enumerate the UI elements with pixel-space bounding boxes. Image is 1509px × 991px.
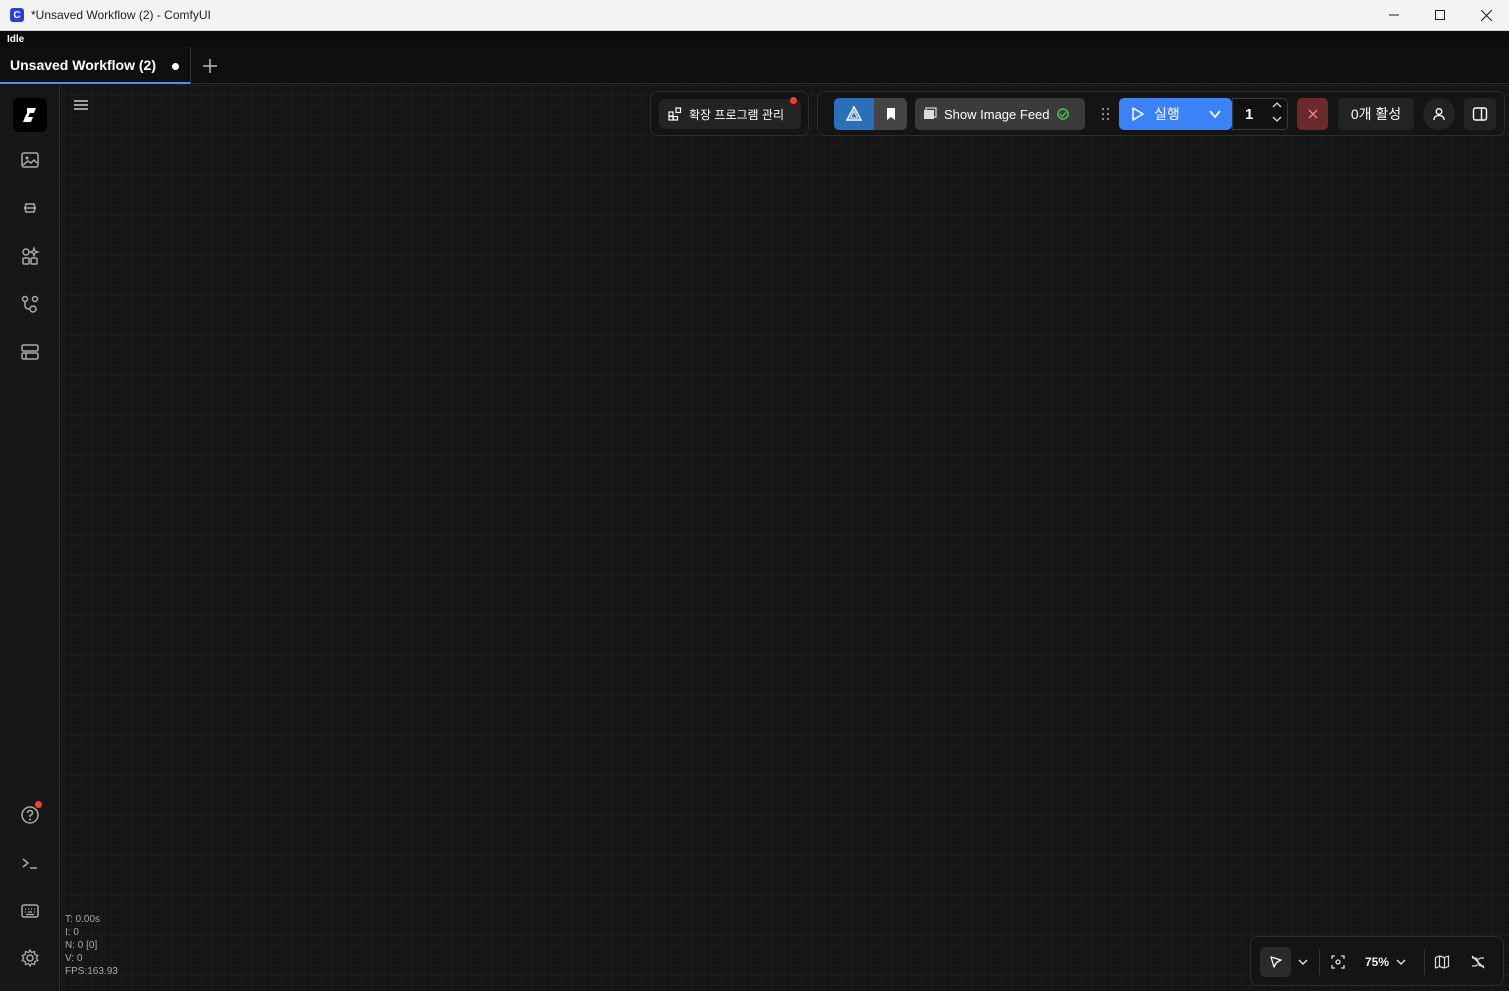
terminal-icon xyxy=(22,858,37,869)
close-icon xyxy=(1308,109,1317,119)
show-image-feed-label: Show Image Feed xyxy=(944,106,1050,122)
action-toolbar: Show Image Feed 실행 1 0개 활성 xyxy=(817,91,1505,136)
window-title: *Unsaved Workflow (2) - ComfyUI xyxy=(31,8,211,22)
sidebar-item-models[interactable] xyxy=(13,191,47,225)
tool-options-dropdown[interactable] xyxy=(1293,947,1313,977)
new-tab-button[interactable] xyxy=(191,47,229,84)
toolbar-divider xyxy=(1424,949,1425,975)
select-tool-button[interactable] xyxy=(1260,947,1291,977)
comfyui-app-icon: C xyxy=(10,8,24,22)
run-button[interactable]: 실행 xyxy=(1119,98,1197,130)
extensions-toolbar: 확장 프로그램 관리 xyxy=(650,91,809,136)
toolbar-divider xyxy=(1319,949,1320,975)
batch-count-stepper[interactable]: 1 xyxy=(1232,98,1288,130)
close-icon xyxy=(1480,9,1492,21)
chevron-down-icon xyxy=(1396,959,1406,966)
bookmark-icon xyxy=(886,108,895,120)
minimize-button[interactable] xyxy=(1371,0,1417,31)
user-account-button[interactable] xyxy=(1423,98,1455,130)
grip-icon xyxy=(1101,107,1110,121)
graph-canvas[interactable] xyxy=(61,85,1509,991)
gear-icon xyxy=(21,948,39,968)
fit-view-button[interactable] xyxy=(1325,947,1351,977)
extensions-notification-dot xyxy=(790,97,797,104)
image-icon xyxy=(21,152,39,168)
keyboard-shortcuts-button[interactable] xyxy=(13,894,47,928)
tab-label: Unsaved Workflow (2) xyxy=(10,56,156,73)
keyboard-icon xyxy=(21,904,39,918)
chevron-down-small-icon[interactable] xyxy=(1272,115,1282,123)
stat-v: V: 0 xyxy=(65,953,83,964)
focus-icon xyxy=(1331,955,1345,969)
maximize-icon xyxy=(1435,10,1445,20)
sidebar-item-assets[interactable] xyxy=(13,143,47,177)
help-button[interactable] xyxy=(13,798,47,832)
chevron-up-icon[interactable] xyxy=(1272,101,1282,109)
status-text: Idle xyxy=(7,34,25,45)
active-queue-button[interactable]: 0개 활성 xyxy=(1338,98,1414,130)
node-tool-button[interactable] xyxy=(834,98,874,130)
comfy-logo-button[interactable] xyxy=(13,98,47,132)
help-notification-dot xyxy=(35,801,42,808)
run-options-dropdown[interactable] xyxy=(1197,98,1232,130)
stat-i: I: 0 xyxy=(65,927,79,938)
hide-links-icon xyxy=(1471,955,1485,969)
cancel-run-button[interactable] xyxy=(1297,98,1328,130)
extensions-manager-label: 확장 프로그램 관리 xyxy=(689,107,784,122)
close-window-button[interactable] xyxy=(1463,0,1509,31)
workflow-icon xyxy=(21,295,39,313)
show-image-feed-button[interactable]: Show Image Feed xyxy=(915,98,1085,130)
play-icon xyxy=(1132,107,1144,121)
node-library-icon xyxy=(22,246,40,265)
chevron-down-icon xyxy=(1208,110,1221,119)
batch-count-value: 1 xyxy=(1245,105,1254,123)
window-titlebar: C *Unsaved Workflow (2) - ComfyUI xyxy=(0,0,1509,31)
workflow-tab-bar: Unsaved Workflow (2) xyxy=(0,47,1509,84)
templates-icon xyxy=(21,344,39,360)
user-icon xyxy=(1433,108,1445,121)
sidebar-item-templates[interactable] xyxy=(13,335,47,369)
gallery-icon xyxy=(924,107,937,119)
canvas-controls: 75% xyxy=(1250,936,1504,986)
run-label: 실행 xyxy=(1154,106,1180,122)
extensions-manager-button[interactable]: 확장 프로그램 관리 xyxy=(659,97,801,129)
minimap-toggle-button[interactable] xyxy=(1429,947,1455,977)
status-bar: Idle xyxy=(0,31,1509,47)
pointer-icon xyxy=(1269,956,1282,968)
zoom-level-dropdown[interactable]: 75% xyxy=(1357,947,1415,977)
active-queue-label: 0개 활성 xyxy=(1350,106,1402,122)
tab-unsaved-workflow[interactable]: Unsaved Workflow (2) xyxy=(0,47,191,84)
workflow-menu-button[interactable] xyxy=(72,97,90,113)
puzzle-grid-icon xyxy=(668,107,682,121)
zoom-level-label: 75% xyxy=(1364,955,1390,969)
toggle-panel-button[interactable] xyxy=(1464,98,1496,130)
stat-time: T: 0.00s xyxy=(65,914,101,925)
stat-nodes: N: 0 [0] xyxy=(65,940,98,951)
drag-handle[interactable] xyxy=(1101,106,1111,122)
unsaved-indicator-dot xyxy=(172,63,179,70)
link-visibility-toggle[interactable] xyxy=(1465,947,1491,977)
bookmark-button[interactable] xyxy=(874,98,907,130)
minimize-icon xyxy=(1389,14,1399,16)
terminal-button[interactable] xyxy=(13,846,47,880)
sidebar-panel-icon xyxy=(1472,107,1488,121)
stat-fps: FPS:163.93 xyxy=(65,966,118,977)
sidebar-item-nodes[interactable] xyxy=(13,239,47,273)
model-icon xyxy=(24,203,36,213)
help-icon xyxy=(21,806,39,824)
map-icon xyxy=(1434,955,1450,969)
triangle-logo-icon xyxy=(845,105,863,121)
canvas-stats: T: 0.00s I: 0 N: 0 [0] V: 0 FPS:163.93 xyxy=(65,913,118,978)
menu-icon xyxy=(74,100,88,110)
settings-button[interactable] xyxy=(13,941,47,975)
plus-icon xyxy=(203,58,217,73)
comfy-logo-icon xyxy=(23,108,36,122)
feed-status-icon xyxy=(1056,108,1069,120)
chevron-down-icon xyxy=(1298,959,1308,966)
sidebar xyxy=(0,85,60,991)
sidebar-item-workflows[interactable] xyxy=(13,287,47,321)
maximize-button[interactable] xyxy=(1417,0,1463,31)
